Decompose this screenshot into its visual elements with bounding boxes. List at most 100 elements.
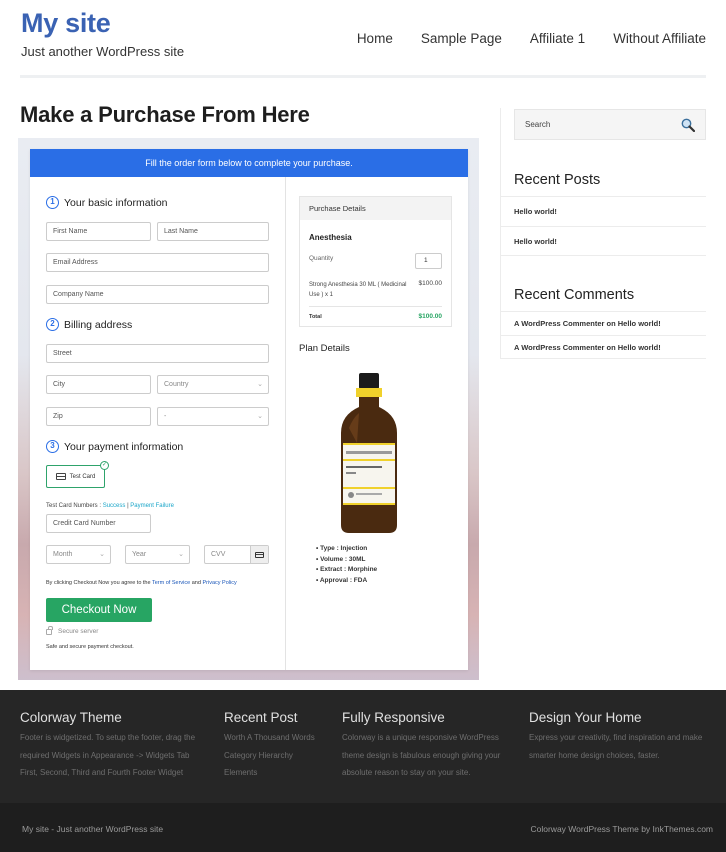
footer-col-title: Recent Post	[224, 710, 298, 725]
card-number-input[interactable]: Credit Card Number	[46, 514, 151, 533]
agree-text: By clicking Checkout Now you agree to th…	[46, 580, 151, 586]
step-label: Your basic information	[64, 196, 168, 209]
checkout-banner: Fill the order form below to complete yo…	[30, 149, 468, 177]
payment-failure-link[interactable]: Payment Failure	[130, 503, 174, 509]
nav-home[interactable]: Home	[357, 31, 393, 46]
header-divider	[20, 75, 706, 78]
cvv-card-button[interactable]	[250, 546, 268, 563]
first-name-input[interactable]: First Name	[46, 222, 151, 241]
footer-theme-credit[interactable]: Colorway WordPress Theme by InkThemes.co…	[531, 824, 714, 834]
footer-col-line: Express your creativity, find inspiratio…	[529, 733, 703, 742]
step-number-2: 2	[46, 318, 59, 331]
footer-col-title: Fully Responsive	[342, 710, 445, 725]
page-title: Make a Purchase From Here	[20, 102, 310, 127]
nav-sample-page[interactable]: Sample Page	[421, 31, 502, 46]
test-card-numbers-label: Test Card Numbers :	[46, 503, 102, 509]
footer-col-colorway: Colorway Theme Footer is widgetized. To …	[20, 710, 195, 782]
main-nav: Home Sample Page Affiliate 1 Without Aff…	[329, 31, 706, 46]
recent-comments-title: Recent Comments	[514, 287, 635, 303]
total-value: $100.00	[418, 313, 443, 320]
recent-posts-title: Recent Posts	[514, 172, 601, 188]
email-input[interactable]: Email Address	[46, 253, 269, 272]
state-select[interactable]: - ⌄	[157, 407, 269, 426]
credit-card-icon	[255, 551, 264, 558]
test-card-label: Test Card	[69, 473, 96, 480]
total-label: Total	[309, 314, 322, 320]
plan-details-list: Type : Injection Volume : 30ML Extract :…	[316, 544, 377, 586]
city-input[interactable]: City	[46, 375, 151, 394]
privacy-link[interactable]: Privacy Policy	[202, 580, 236, 586]
checkout-now-button[interactable]: Checkout Now	[46, 598, 152, 622]
test-card-option[interactable]: Test Card ✓	[46, 461, 109, 488]
success-link[interactable]: Success	[103, 503, 126, 509]
purchase-details-header: Purchase Details	[300, 197, 451, 220]
plan-detail-item: Volume : 30ML	[316, 555, 377, 566]
street-input[interactable]: Street	[46, 344, 269, 363]
purchase-details: Purchase Details Anesthesia Quantity 1 S…	[299, 196, 452, 327]
plan-details-title: Plan Details	[299, 343, 350, 354]
footer-col-line: smarter home design choices, faster.	[529, 750, 660, 760]
month-select-value: Month	[53, 551, 73, 558]
search-input[interactable]: Search	[514, 109, 706, 140]
footer-post-link[interactable]: Worth A Thousand Words	[224, 729, 315, 747]
recent-comment-link[interactable]: A WordPress Commenter on Hello world!	[500, 311, 706, 335]
footer-col-recent-post: Recent Post Worth A Thousand Words Categ…	[224, 710, 315, 782]
zip-input[interactable]: Zip	[46, 407, 151, 426]
step-billing: 2 Billing address	[46, 318, 132, 331]
site-title[interactable]: My site	[21, 8, 111, 39]
total-divider	[309, 306, 442, 307]
footer-col-design-home: Design Your Home Express your creativity…	[529, 710, 702, 764]
footer-col-line: Colorway is a unique responsive WordPres…	[342, 733, 499, 742]
last-name-input[interactable]: Last Name	[157, 222, 269, 241]
test-card-numbers: Test Card Numbers : Success | Payment Fa…	[46, 503, 174, 509]
month-select[interactable]: Month ⌄	[46, 545, 111, 564]
recent-post-link[interactable]: Hello world!	[500, 196, 706, 226]
step-number-3: 3	[46, 440, 59, 453]
footer-col-line: First, Second, Third and Fourth Footer W…	[20, 768, 184, 777]
footer-col-line: theme design is fabulous enough giving y…	[342, 750, 501, 760]
agree-and: and	[191, 580, 201, 586]
plan-detail-item: Approval : FDA	[316, 576, 377, 587]
nav-affiliate-1[interactable]: Affiliate 1	[530, 31, 585, 46]
line-item-description: Strong Anesthesia 30 ML ( Medicinal Use …	[309, 282, 407, 298]
step-number-1: 1	[46, 196, 59, 209]
chevron-down-icon: ⌄	[257, 381, 263, 388]
secure-server-label: Secure server	[58, 628, 99, 635]
footer-site-credit[interactable]: My site - Just another WordPress site	[22, 824, 163, 834]
secure-server: Secure server	[46, 625, 99, 635]
column-divider	[285, 177, 286, 670]
chevron-down-icon: ⌄	[178, 551, 184, 558]
plan-detail-item: Type : Injection	[316, 544, 377, 555]
country-select-value: Country	[164, 381, 189, 388]
footer-post-link[interactable]: Category Hierarchy	[224, 747, 315, 765]
site-header: My site Just another WordPress site Home…	[0, 0, 726, 90]
cvv-placeholder: CVV	[211, 551, 226, 558]
nav-without-affiliate[interactable]: Without Affiliate	[613, 31, 706, 46]
year-select[interactable]: Year ⌄	[125, 545, 190, 564]
footer-col-line: Footer is widgetized. To setup the foote…	[20, 733, 196, 742]
step-payment: 3 Your payment information	[46, 440, 183, 453]
step-basic-info: 1 Your basic information	[46, 196, 168, 209]
site-tagline: Just another WordPress site	[21, 44, 185, 59]
link-separator: |	[127, 503, 129, 509]
year-select-value: Year	[132, 551, 147, 558]
safe-checkout-note: Safe and secure payment checkout.	[46, 644, 134, 650]
terms-link[interactable]: Term of Service	[152, 580, 190, 586]
recent-comment-link[interactable]: A WordPress Commenter on Hello world!	[500, 335, 706, 359]
quantity-label: Quantity	[309, 255, 334, 262]
step-label: Your payment information	[64, 440, 184, 453]
footer-col-title: Colorway Theme	[20, 710, 122, 725]
recent-post-link[interactable]: Hello world!	[500, 226, 706, 256]
footer-post-link[interactable]: Elements	[224, 764, 315, 782]
footer-widgets: Colorway Theme Footer is widgetized. To …	[0, 690, 726, 803]
quantity-input[interactable]: 1	[415, 253, 442, 269]
chevron-down-icon: ⌄	[257, 413, 263, 420]
search-placeholder: Search	[525, 120, 551, 129]
search-icon[interactable]	[681, 118, 695, 132]
product-name: Anesthesia	[309, 233, 352, 242]
country-select[interactable]: Country ⌄	[157, 375, 269, 394]
chevron-down-icon: ⌄	[99, 551, 105, 558]
footer-col-responsive: Fully Responsive Colorway is a unique re…	[342, 710, 500, 782]
cvv-input[interactable]: CVV	[204, 545, 269, 564]
company-input[interactable]: Company Name	[46, 285, 269, 304]
